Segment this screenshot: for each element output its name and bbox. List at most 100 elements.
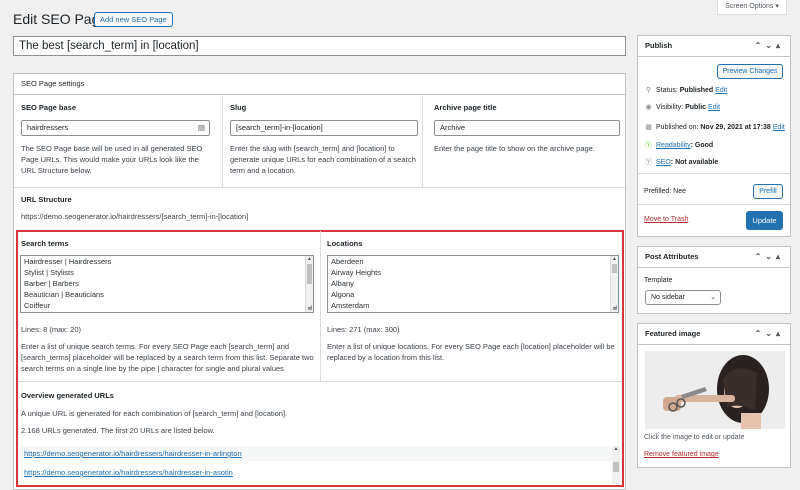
featured-image-hint: Click the image to edit or update [644, 434, 745, 441]
chevron-up-icon[interactable]: ⌃ [755, 252, 766, 261]
title-input[interactable]: The best [search_term] in [location] [13, 36, 626, 56]
prefilled-status: Prefilled: Nee [644, 188, 687, 195]
seo-value: : Not available [670, 159, 719, 166]
add-new-seo-page-button[interactable]: Add new SEO Page [94, 12, 173, 27]
screen-options-button[interactable]: Screen Options ▾ [717, 0, 787, 15]
list-item: https://demo.seogenerator.io/hairdresser… [20, 446, 620, 461]
list-item: Hairdresser | Hairdressers [24, 257, 112, 266]
box-controls[interactable]: ⌃⌄▴ [755, 324, 784, 344]
slug-label: Slug [230, 103, 247, 112]
search-terms-textarea[interactable]: Hairdresser | Hairdressers Stylist | Sty… [20, 255, 314, 313]
scroll-up-icon[interactable]: ▲ [306, 256, 313, 262]
eye-icon: ◉ [645, 104, 652, 111]
locations-count: Lines: 271 (max: 300) [327, 325, 400, 334]
url-structure-value: https://demo.seogenerator.io/hairdresser… [21, 212, 249, 221]
base-input[interactable]: hairdressers ▤ [21, 120, 210, 136]
chevron-up-icon[interactable]: ⌃ [755, 329, 766, 338]
search-terms-description: Enter a list of unique search terms. For… [21, 342, 314, 373]
overview-line-1: A unique URL is generated for each combi… [21, 409, 288, 418]
base-description: The SEO Page base will be used in all ge… [21, 144, 203, 175]
list-item: Barber | Barbers [24, 279, 79, 288]
readability-link[interactable]: Readability [656, 142, 691, 149]
featured-image-thumbnail[interactable] [645, 351, 785, 429]
post-attributes-heading: Post Attributes ⌃⌄▴ [638, 247, 790, 268]
visibility-label: Visibility: [656, 104, 684, 111]
scrollbar[interactable]: ▲ [612, 446, 620, 484]
section-divider [638, 204, 790, 205]
caret-up-icon[interactable]: ▴ [776, 41, 784, 50]
resize-handle-icon[interactable]: ◢ [612, 305, 617, 311]
slug-input[interactable]: [search_term]-in-[location] [230, 120, 418, 136]
seo-link[interactable]: SEO [656, 159, 671, 166]
scrollbar-thumb[interactable] [612, 264, 617, 273]
edit-date-link[interactable]: Edit [773, 124, 785, 131]
caret-up-icon[interactable]: ▴ [776, 329, 784, 338]
scrollbar-thumb[interactable] [613, 462, 619, 472]
featured-image-heading: Featured image ⌃⌄▴ [638, 324, 790, 345]
featured-image-heading-text: Featured image [645, 329, 701, 338]
list-item: Beautician | Beauticians [24, 290, 104, 299]
scroll-up-icon[interactable]: ▲ [612, 446, 620, 452]
readability-value: : Good [690, 142, 714, 149]
locations-label: Locations [327, 239, 363, 248]
url-structure-label: URL Structure [21, 195, 72, 204]
overview-line-2: 2.168 URLs generated. The first 20 URLs … [21, 426, 215, 435]
publish-box: Publish ⌃⌄▴ Preview Changes ⚲ Status: Pub… [637, 35, 791, 237]
published-row: ▦ Published on: Nov 29, 2021 at 17:38 Edi… [644, 122, 785, 134]
chevron-down-icon[interactable]: ⌄ [765, 41, 776, 50]
resize-handle-icon[interactable]: ◢ [307, 305, 312, 311]
visibility-value: Public [685, 104, 707, 111]
remove-featured-image-link[interactable]: Remove featured image [644, 449, 719, 461]
locations-textarea[interactable]: Aberdeen Airway Heights Albany Algona Am… [327, 255, 619, 313]
status-label: Status: [656, 87, 678, 94]
yoast-readability-icon: Ⓨ [645, 142, 652, 149]
caret-up-icon[interactable]: ▴ [776, 252, 784, 261]
box-controls[interactable]: ⌃⌄▴ [755, 36, 784, 56]
template-selected-value: No sidebar [651, 294, 685, 301]
chevron-down-icon[interactable]: ⌄ [765, 252, 776, 261]
archive-description: Enter the page title to show on the arch… [434, 144, 595, 153]
calendar-icon: ▦ [645, 124, 652, 131]
move-to-trash-link[interactable]: Move to Trash [644, 214, 688, 226]
slug-description: Enter the slug with [search_term] and [l… [230, 144, 416, 175]
publish-heading-text: Publish [645, 41, 673, 50]
visibility-row: ◉ Visibility: Public Edit [644, 102, 720, 114]
published-label: Published on: [656, 124, 699, 131]
status-row: ⚲ Status: Published Edit [644, 85, 727, 97]
archive-input[interactable]: Archive [434, 120, 620, 136]
generated-url-link[interactable]: https://demo.seogenerator.io/hairdresser… [24, 468, 233, 477]
list-item: Algona [331, 290, 355, 299]
yoast-seo-icon: Ⓨ [645, 159, 652, 166]
column-divider [320, 231, 321, 381]
field-list-icon: ▤ [197, 123, 205, 132]
generated-url-link[interactable]: https://demo.seogenerator.io/hairdresser… [24, 449, 242, 458]
chevron-up-icon[interactable]: ⌃ [755, 41, 766, 50]
published-value: Nov 29, 2021 at 17:38 [700, 124, 771, 131]
scrollbar[interactable]: ▲ ▼ [305, 256, 313, 312]
preview-changes-button[interactable]: Preview Changes [717, 64, 783, 79]
metabox-heading: SEO Page settings [14, 74, 625, 95]
list-item: https://demo.seogenerator.io/hairdresser… [20, 465, 620, 480]
list-item: Coiffeur [24, 301, 51, 310]
readability-row: Ⓨ Readability: Good [644, 140, 713, 152]
scrollbar[interactable]: ▲ ▼ [610, 256, 618, 312]
box-controls[interactable]: ⌃⌄▴ [755, 247, 784, 267]
scrollbar-thumb[interactable] [307, 264, 312, 284]
chevron-down-icon[interactable]: ⌄ [765, 329, 776, 338]
section-divider [14, 187, 625, 188]
edit-visibility-link[interactable]: Edit [708, 104, 720, 111]
prefill-button[interactable]: Prefill [753, 184, 783, 199]
template-select[interactable]: No sidebar ⌄ [645, 290, 721, 305]
search-terms-count: Lines: 8 (max: 20) [21, 325, 82, 334]
chevron-down-icon: ⌄ [710, 294, 716, 301]
update-button[interactable]: Update [746, 211, 783, 230]
search-terms-label: Search terms [21, 239, 69, 248]
settings-columns: SEO Page base hairdressers ▤ The SEO Pag… [14, 96, 625, 175]
pin-icon: ⚲ [645, 87, 652, 94]
edit-status-link[interactable]: Edit [715, 87, 727, 94]
list-item: Albany [331, 279, 354, 288]
hairdresser-photo [645, 351, 785, 429]
scroll-up-icon[interactable]: ▲ [611, 256, 618, 262]
list-item: Amsterdam [331, 301, 370, 310]
list-item: Aberdeen [331, 257, 364, 266]
